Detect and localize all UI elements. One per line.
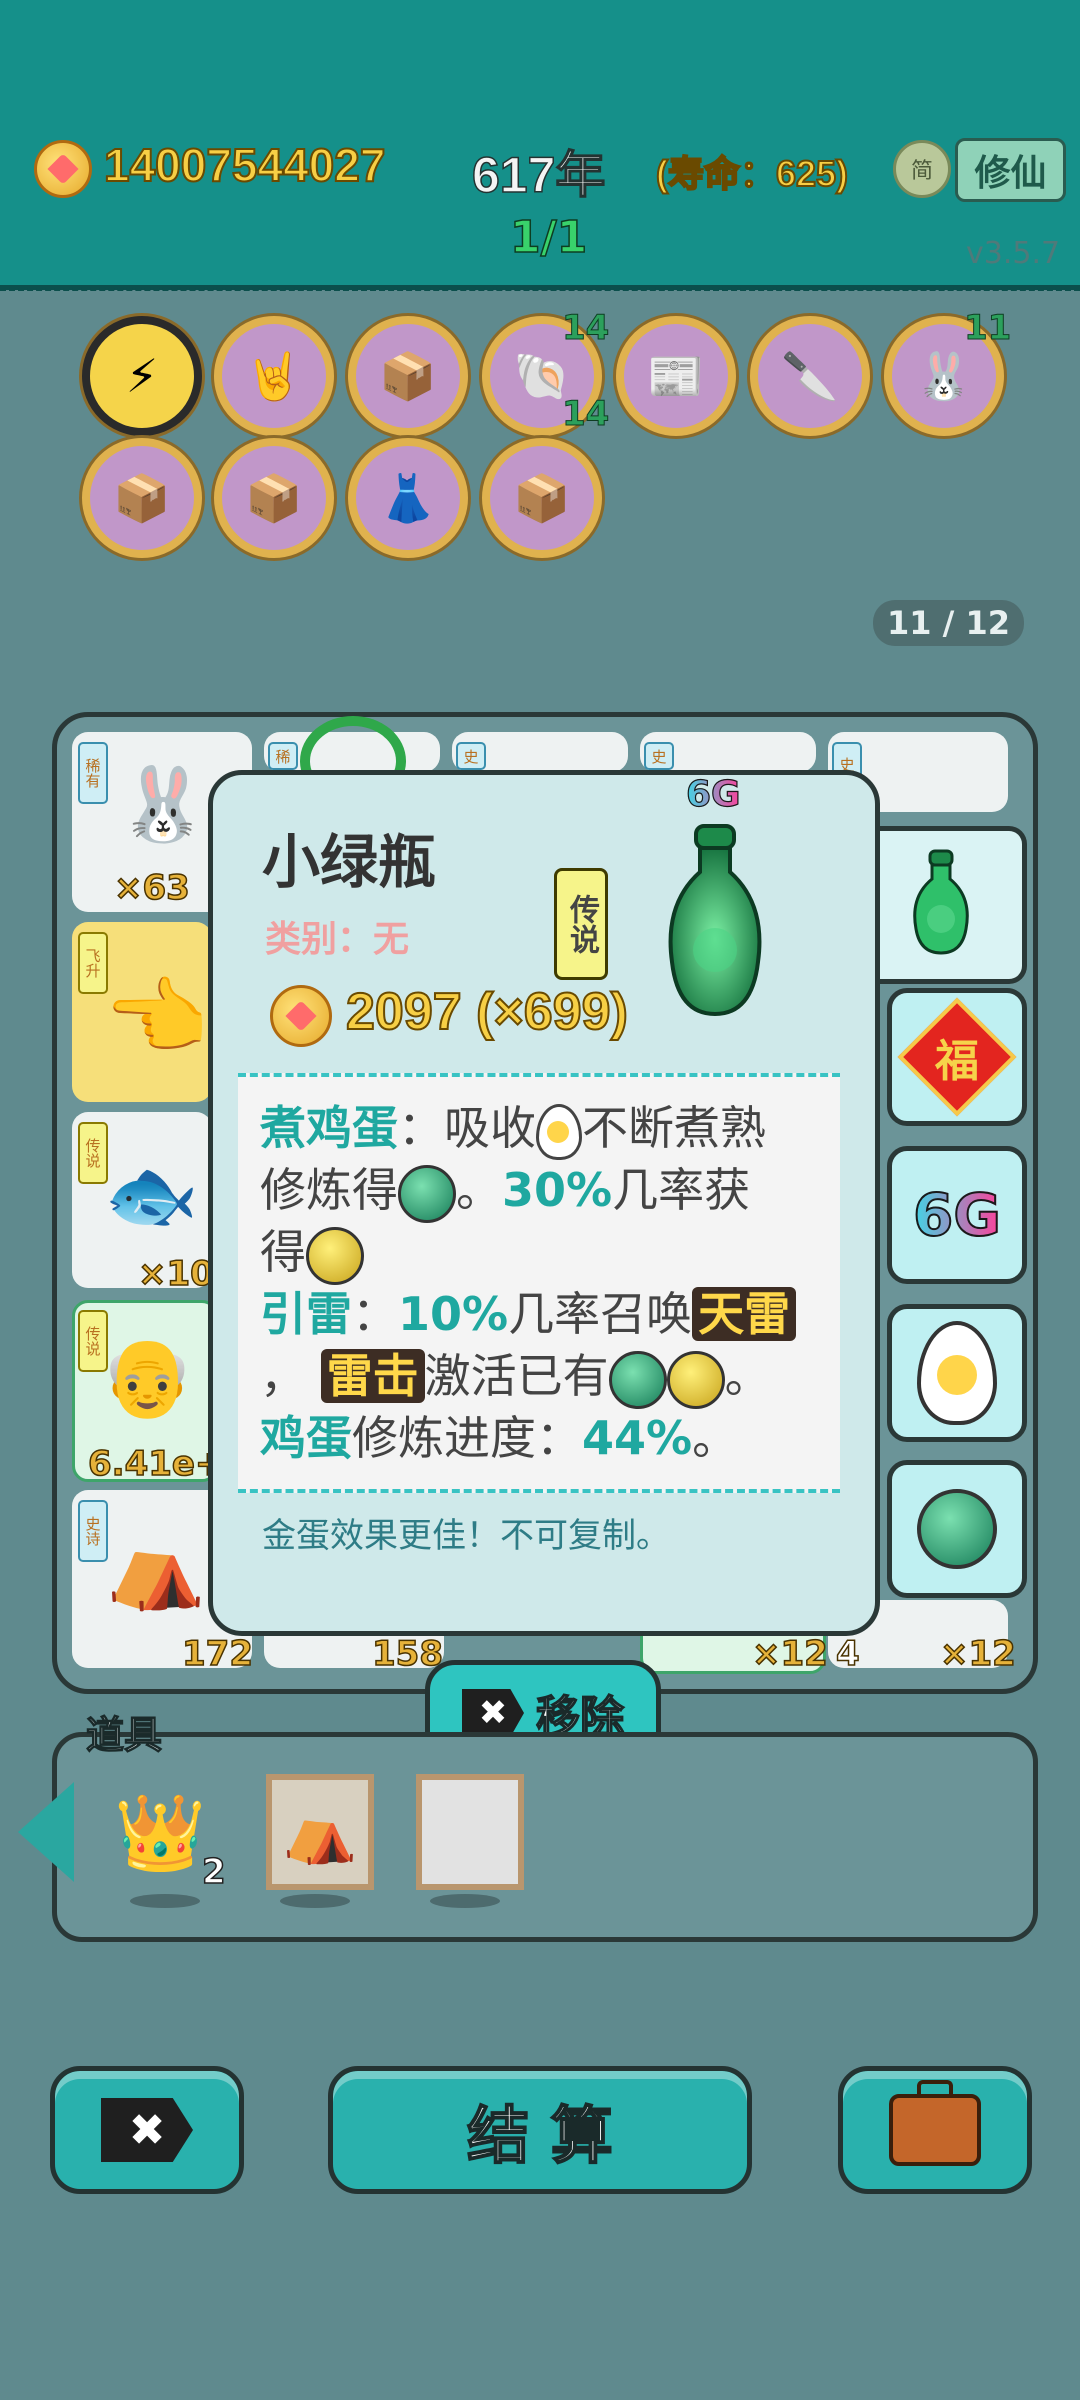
item-price: 2097 (×699) xyxy=(345,982,629,1042)
item-count: ×10 xyxy=(137,1253,214,1295)
tent-icon: ⛺ xyxy=(106,1520,206,1613)
item-category: 类别：无 xyxy=(265,919,410,960)
coin-count: 14007544027 xyxy=(103,138,386,192)
item-name: 小绿瓶 xyxy=(262,830,437,895)
gold-orb-icon xyxy=(666,1350,725,1409)
relic-slot[interactable]: 🤘 xyxy=(214,316,334,436)
crown-icon[interactable]: 👑 xyxy=(114,1790,206,1877)
rarity-tag: 稀有 xyxy=(78,742,108,804)
jade-orb-icon xyxy=(608,1350,667,1409)
jade-orb-item-button[interactable] xyxy=(887,1460,1027,1598)
gold-orb-icon xyxy=(306,1226,364,1285)
simplified-toggle[interactable]: 简 xyxy=(893,140,951,198)
item-count: 4 xyxy=(835,1633,860,1675)
time-magazine-icon: 📰 xyxy=(647,348,705,403)
briefcase-icon xyxy=(889,2080,981,2166)
6g-item-button[interactable]: 6G xyxy=(887,1146,1027,1284)
rarity-tag: 史 xyxy=(456,742,486,770)
relic-slot[interactable]: 📦 xyxy=(348,316,468,436)
item-shadow xyxy=(280,1894,350,1908)
cleaver-icon: 🔪 xyxy=(781,348,839,403)
fish-icon: 🐟 xyxy=(104,1150,199,1239)
selected-item-tab[interactable] xyxy=(860,826,1027,984)
item-count: 158 xyxy=(371,1633,443,1675)
fortune-diamond-icon: 福 xyxy=(897,997,1017,1117)
crown-count: 2 xyxy=(201,1851,226,1893)
relic-slot[interactable]: 📦 xyxy=(82,438,202,558)
lifespan-display: (寿命：625) xyxy=(655,152,849,195)
tissue-box-icon: 📦 xyxy=(513,470,571,525)
jade-orb-icon xyxy=(398,1164,456,1223)
items-title: 道具 xyxy=(85,1712,163,1757)
item-shadow xyxy=(130,1894,200,1908)
year-display: 617年 xyxy=(471,146,606,204)
relic-slot[interactable]: 📦 xyxy=(482,438,602,558)
relic-badge: 14 xyxy=(561,308,610,349)
scroll-left-arrow[interactable] xyxy=(18,1782,74,1882)
version-label: v3.5.7 xyxy=(966,236,1061,271)
item-count: 6.41e+ xyxy=(87,1443,224,1485)
pointing-hand-icon: 👈 xyxy=(104,968,209,1066)
empty-item-frame[interactable] xyxy=(416,1774,524,1890)
tissue-box-icon: 📦 xyxy=(379,348,437,403)
tier-badge: 6G xyxy=(685,773,741,815)
close-icon: ✖ xyxy=(462,1689,524,1737)
item-description: 煮鸡蛋：吸收 不断煮熟 修炼得 。30%几率获 得 引雷：10%几率召唤 天雷 ， 雷… xyxy=(238,1073,840,1493)
tent-item-frame[interactable]: ⛺ xyxy=(266,1774,374,1890)
item-count: ×12 xyxy=(939,1633,1016,1675)
coin-icon xyxy=(34,140,92,198)
rabbit-icon: 🐰 xyxy=(118,762,208,846)
xiuxian-button[interactable]: 修仙 xyxy=(955,138,1066,202)
relic-slot[interactable]: 📰 xyxy=(616,316,736,436)
fortune-item-button[interactable]: 福 xyxy=(887,988,1027,1126)
coin-icon xyxy=(270,985,332,1047)
relic-slot[interactable]: 🔪 xyxy=(750,316,870,436)
egg-icon xyxy=(536,1103,582,1160)
item-count: ×63 xyxy=(113,867,190,909)
egg-icon xyxy=(917,1321,997,1425)
relic-slot[interactable]: 📦 xyxy=(214,438,334,558)
settle-button[interactable]: 结 算 xyxy=(328,2066,752,2194)
item-count: 172 xyxy=(181,1633,253,1675)
skirt-icon: 👗 xyxy=(379,470,437,525)
green-bottle-icon xyxy=(913,849,969,955)
tent-icon: ⛺ xyxy=(282,1797,358,1867)
cancel-button[interactable]: ✖ xyxy=(50,2066,244,2194)
tissue-box-icon: 📦 xyxy=(113,470,171,525)
close-icon: ✖ xyxy=(101,2098,193,2162)
green-bottle-icon xyxy=(668,824,762,1017)
tissue-box-icon: 📦 xyxy=(245,470,303,525)
rarity-badge: 传说 xyxy=(554,868,608,980)
page-indicator: 11 / 12 xyxy=(873,600,1025,646)
item-shadow xyxy=(430,1894,500,1908)
king-icon: 👴 xyxy=(100,1332,195,1421)
rabbit-icon: 🐰 xyxy=(915,348,973,403)
jade-orb-icon xyxy=(917,1489,997,1569)
rarity-tag: 史诗 xyxy=(78,1500,108,1562)
item-count: ×12 xyxy=(751,1633,828,1675)
relic-badge: 14 xyxy=(561,394,610,435)
round-counter: 1/1 xyxy=(509,211,588,264)
bag-button[interactable] xyxy=(838,2066,1032,2194)
lightning-icon: ⚡ xyxy=(125,349,159,403)
relic-slot[interactable]: ⚡ xyxy=(82,316,202,436)
egg-item-button[interactable] xyxy=(887,1304,1027,1442)
relic-slot[interactable]: 👗 xyxy=(348,438,468,558)
rarity-tag: 稀 xyxy=(268,742,298,770)
item-footer-note: 金蛋效果更佳！不可复制。 xyxy=(262,1516,670,1556)
relic-badge: 11 xyxy=(963,308,1012,349)
rarity-tag: 史 xyxy=(644,742,674,770)
rock-hand-icon: 🤘 xyxy=(245,348,303,403)
